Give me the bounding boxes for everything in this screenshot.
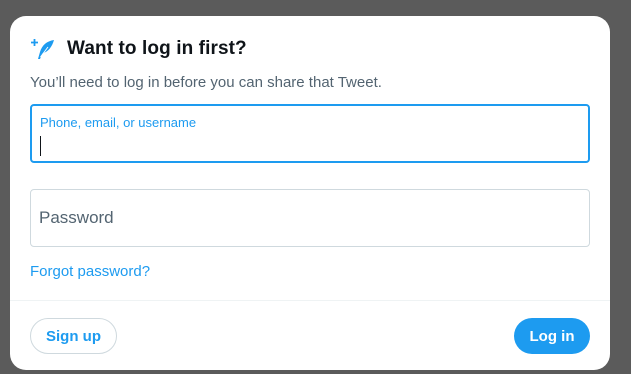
feather-plus-icon — [30, 36, 56, 62]
username-input[interactable] — [40, 134, 570, 156]
log-in-button[interactable]: Log in — [514, 318, 590, 354]
sign-up-button[interactable]: Sign up — [30, 318, 117, 354]
footer-divider — [10, 300, 610, 301]
forgot-password-link[interactable]: Forgot password? — [30, 263, 150, 280]
dialog-header: Want to log in first? — [30, 36, 247, 62]
password-input[interactable] — [39, 206, 569, 230]
dialog-title: Want to log in first? — [67, 38, 247, 59]
username-field-label: Phone, email, or username — [40, 115, 197, 130]
dialog-subtitle: You’ll need to log in before you can sha… — [30, 74, 382, 91]
username-field[interactable]: Phone, email, or username — [30, 104, 590, 163]
password-field[interactable] — [30, 189, 590, 247]
text-cursor — [40, 136, 41, 156]
login-prompt-dialog: Want to log in first? You’ll need to log… — [10, 16, 610, 370]
